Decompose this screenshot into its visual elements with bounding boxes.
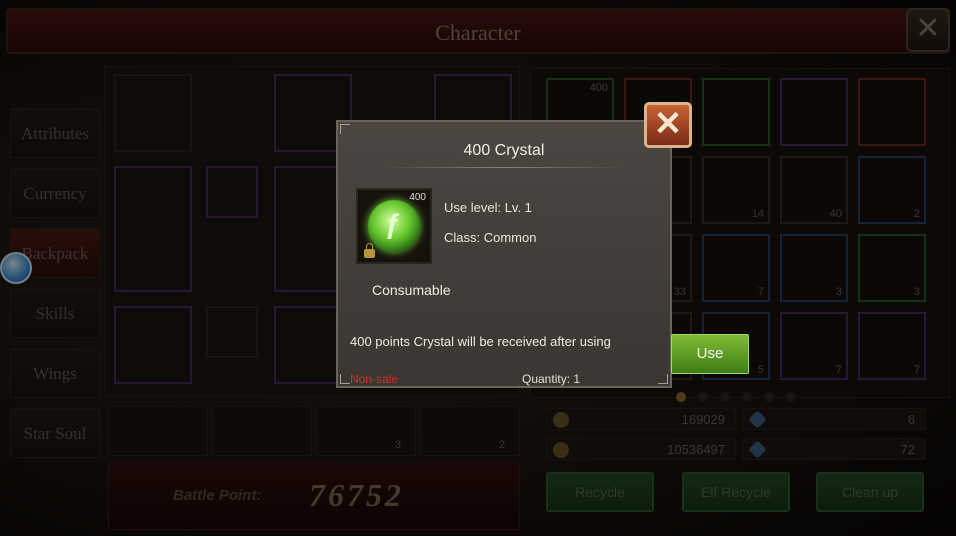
item-type-text: Consumable — [372, 282, 451, 298]
item-detail-dialog: 400 Crystal ƒ 400 Use level: Lv. 1 Class… — [336, 120, 672, 388]
item-title: 400 Crystal — [463, 142, 545, 159]
crystal-glyph: ƒ — [385, 208, 401, 239]
close-icon: ✕ — [653, 105, 683, 143]
corner-ornament — [340, 124, 350, 134]
sale-status-text: Non-sale — [350, 372, 399, 386]
item-description: 400 points Crystal will be received afte… — [350, 334, 611, 349]
use-level-text: Use level: Lv. 1 — [444, 200, 532, 215]
title-divider — [382, 167, 626, 168]
class-text: Class: Common — [444, 230, 537, 245]
use-item-button[interactable]: Use — [671, 334, 749, 374]
item-icon-frame: ƒ 400 — [356, 188, 432, 264]
close-dialog-button[interactable]: ✕ — [644, 102, 692, 148]
item-icon-quantity: 400 — [409, 192, 426, 203]
quantity-text: Quantity: 1 — [522, 372, 581, 386]
lock-icon — [364, 243, 375, 258]
corner-ornament — [340, 374, 350, 384]
corner-ornament — [658, 374, 668, 384]
game-screen: Character ✕ Attributes Currency Backpack… — [0, 0, 956, 536]
